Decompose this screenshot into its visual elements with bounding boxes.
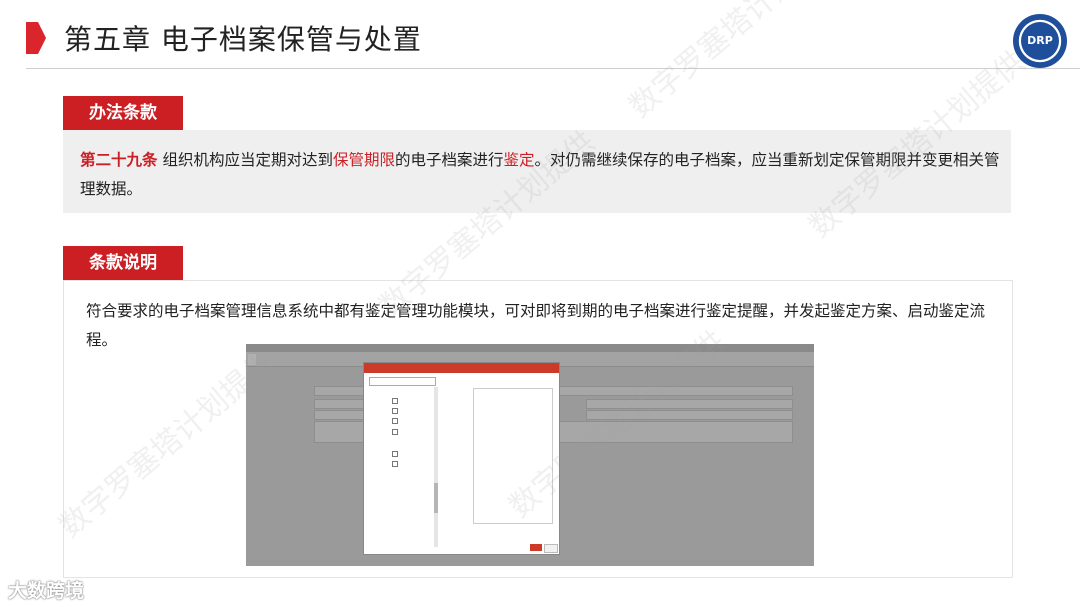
clause-box: 第二十九条 组织机构应当定期对达到保管期限的电子档案进行鉴定。对仍需继续保存的电… [63, 130, 1011, 213]
page-title: 第五章 电子档案保管与处置 [64, 23, 422, 56]
footer-brand: 大数跨境 [8, 580, 85, 602]
article-number: 第二十九条 [80, 151, 158, 169]
title-divider [26, 68, 1080, 69]
clause-text: 第二十九条 组织机构应当定期对达到保管期限的电子档案进行鉴定。对仍需继续保存的电… [80, 146, 1005, 204]
modal-window [363, 362, 560, 555]
system-screenshot-image [246, 344, 814, 566]
logo: DRP [1013, 14, 1067, 68]
section-tab-clause: 办法条款 [63, 96, 183, 130]
clause-text-a: 组织机构应当定期对达到 [157, 151, 333, 169]
title-bar: 第五章 电子档案保管与处置 DRP [0, 0, 1080, 69]
logo-text: DRP [1021, 22, 1059, 60]
highlight-appraisal: 鉴定 [503, 151, 535, 169]
section-tab-explanation: 条款说明 [63, 246, 183, 280]
highlight-retention-period: 保管期限 [332, 151, 395, 169]
clause-text-b: 的电子档案进行 [394, 151, 504, 169]
title-arrow-icon [26, 22, 46, 54]
